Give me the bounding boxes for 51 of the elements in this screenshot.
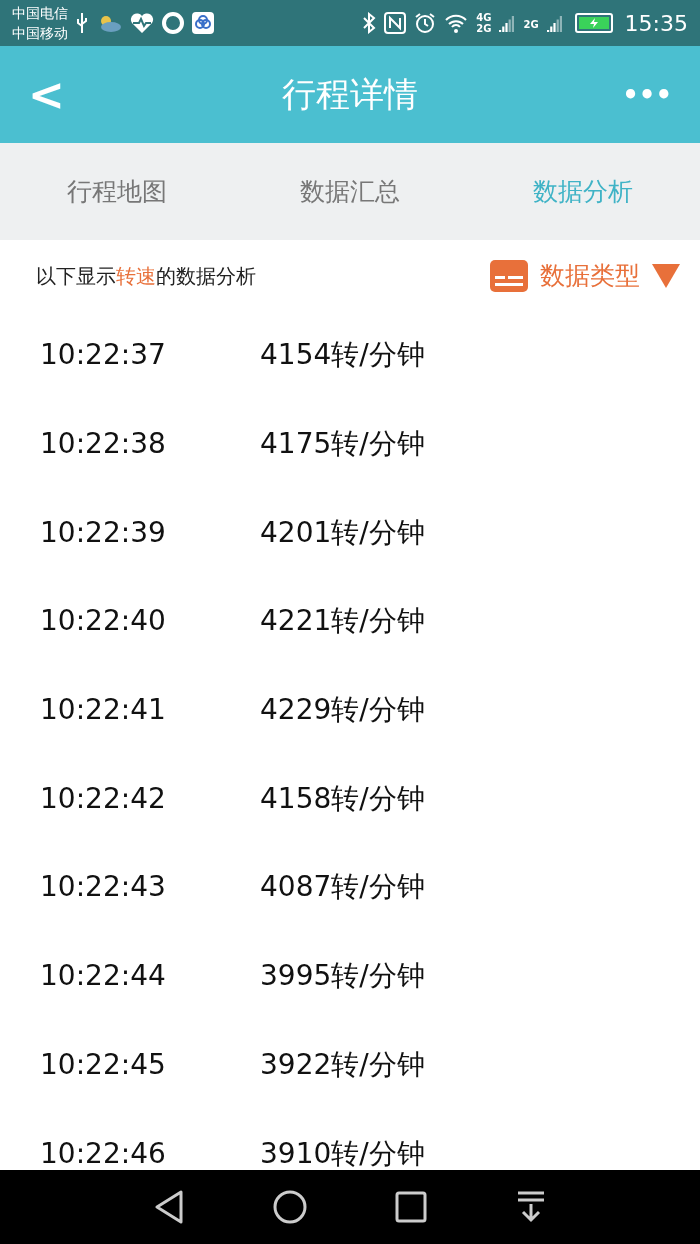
- signal-icon: [499, 14, 516, 32]
- time-cell-text: 10:22:43: [40, 869, 167, 906]
- rpm-cell-text: 3995转/分钟: [260, 958, 425, 995]
- time-cell-text: 10:22:38: [40, 426, 167, 463]
- alarm-icon: [414, 12, 437, 34]
- page-title: 行程详情: [281, 73, 419, 116]
- rpm-cell-text: 4154转/分钟: [260, 337, 425, 374]
- clock: 15:35: [624, 9, 688, 38]
- rpm-cell-text: 4158转/分钟: [260, 780, 425, 817]
- time-cell-text: 10:22:40: [40, 603, 167, 640]
- rpm-cell-text: 4201转/分钟: [260, 514, 425, 551]
- rpm-cell-text: 4087转/分钟: [260, 869, 425, 906]
- back-button[interactable]: <: [28, 72, 98, 117]
- time-cell-text: 10:22:44: [40, 958, 167, 995]
- bluetooth-icon: [362, 12, 377, 34]
- wifi-icon: [444, 13, 469, 33]
- more-button[interactable]: •••: [602, 81, 672, 108]
- network-label: 2G: [476, 23, 492, 34]
- data-type-button[interactable]: 数据类型: [490, 256, 680, 295]
- recents-icon[interactable]: [395, 1191, 428, 1223]
- cloud-app-icon: [192, 12, 214, 34]
- carrier-name: 中国移动: [12, 24, 68, 43]
- time-cell-text: 10:22:42: [40, 780, 167, 817]
- rpm-cell-text: 4229转/分钟: [260, 692, 425, 729]
- rpm-cell-text: 3922转/分钟: [260, 1046, 425, 1083]
- time-cell-text: 10:22:37: [40, 337, 167, 374]
- rpm-cell-text: 3910转/分钟: [260, 1135, 425, 1170]
- usb-icon: [76, 12, 88, 34]
- rpm-cell-text: 4221转/分钟: [260, 603, 425, 640]
- caption-text: 以下显示转速的数据分析: [36, 262, 256, 290]
- network-label: 4G: [476, 12, 492, 23]
- time-cell-text: 10:22:39: [40, 514, 167, 551]
- nfc-icon: [384, 12, 407, 34]
- signal-icon: [546, 14, 563, 32]
- battery-icon: [574, 13, 613, 33]
- time-cell-text: 10:22:45: [40, 1046, 167, 1083]
- tab[interactable]: 数据分析: [466, 143, 700, 240]
- heart-icon: [130, 12, 154, 34]
- tab[interactable]: 数据汇总: [233, 143, 467, 240]
- tab[interactable]: 行程地图: [0, 143, 234, 240]
- chat-app-icon: [162, 12, 184, 34]
- time-cell-text: 10:22:46: [40, 1135, 167, 1170]
- network-label: 2G: [523, 17, 539, 32]
- time-cell-text: 10:22:41: [40, 692, 167, 729]
- rpm-cell-text: 4175转/分钟: [260, 426, 425, 463]
- notification-drawer-icon[interactable]: [515, 1191, 546, 1223]
- list-icon: [490, 259, 528, 292]
- back-icon[interactable]: [154, 1190, 185, 1224]
- home-icon[interactable]: [272, 1190, 307, 1224]
- carrier-name: 中国电信: [12, 4, 68, 23]
- dropdown-triangle-icon: [652, 263, 680, 288]
